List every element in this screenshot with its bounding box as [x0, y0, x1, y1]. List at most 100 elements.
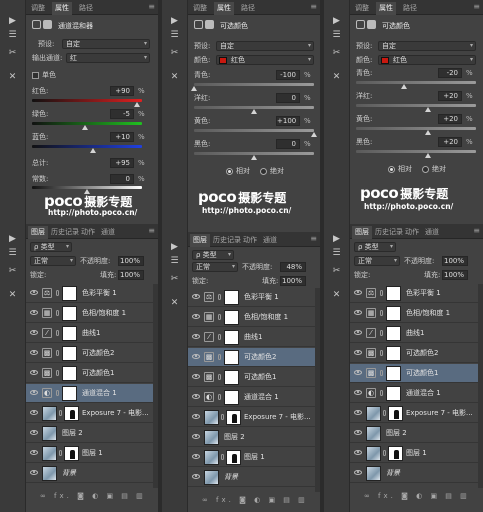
layer-row[interactable]: ⚖ 色彩平衡 1 [188, 288, 320, 307]
visibility-eye-icon[interactable] [30, 390, 38, 395]
absolute-radio[interactable] [260, 168, 267, 175]
visibility-eye-icon[interactable] [354, 310, 362, 315]
slider-thumb[interactable] [81, 125, 88, 130]
layer-thumbnail[interactable] [204, 450, 219, 465]
layer-thumbnail[interactable] [366, 406, 381, 421]
panel-menu-icon[interactable]: ≡ [310, 234, 317, 243]
opacity-input[interactable]: 100% [442, 256, 468, 266]
tab-properties[interactable]: 属性 [52, 2, 72, 15]
slider-track[interactable] [32, 99, 142, 102]
visibility-eye-icon[interactable] [354, 370, 362, 375]
tab-layers[interactable]: 图层 [28, 226, 48, 239]
toolbar-icon[interactable]: ▶ [168, 16, 181, 26]
visibility-eye-icon[interactable] [192, 414, 200, 419]
slider-thumb[interactable] [311, 132, 317, 137]
slider-thumb[interactable] [425, 107, 431, 112]
layer-thumbnail[interactable] [42, 446, 57, 461]
visibility-eye-icon[interactable] [30, 330, 38, 335]
layer-row[interactable]: 图层 1 [188, 448, 320, 467]
slider-value-input[interactable]: -100 [276, 70, 300, 80]
link-icon[interactable] [380, 350, 383, 356]
tab-layers[interactable]: 图层 [190, 234, 210, 247]
layer-row[interactable]: 背景 [188, 468, 320, 487]
tab-adjustments[interactable]: 调整 [190, 2, 210, 15]
tab-paths[interactable]: 路径 [238, 2, 258, 15]
panel-menu-icon[interactable]: ≡ [473, 2, 480, 11]
visibility-eye-icon[interactable] [192, 394, 200, 399]
constant-input[interactable]: 0 [110, 174, 134, 184]
slider-thumb[interactable] [425, 130, 431, 135]
fill-input[interactable]: 100% [280, 276, 306, 286]
visibility-eye-icon[interactable] [354, 350, 362, 355]
visibility-eye-icon[interactable] [192, 474, 200, 479]
link-icon[interactable] [380, 370, 383, 376]
slider-value-input[interactable]: 0 [276, 93, 300, 103]
layer-row[interactable]: ▩ 可选颜色1 [188, 368, 320, 387]
layer-row[interactable]: ⁄ 曲线1 [26, 324, 158, 343]
visibility-eye-icon[interactable] [192, 334, 200, 339]
tab-actions[interactable]: 动作 [78, 226, 98, 239]
layer-mask-thumbnail[interactable] [386, 286, 401, 301]
preset-dropdown[interactable]: 自定 ▾ [378, 41, 476, 51]
blend-mode-dropdown[interactable]: 正常 ▾ [354, 256, 400, 266]
layer-thumbnail[interactable] [204, 470, 219, 485]
layer-thumbnail[interactable] [366, 466, 381, 481]
layer-row[interactable]: ▦ 色相/饱和度 1 [26, 304, 158, 323]
slider-value-input[interactable]: -5 [110, 109, 134, 119]
tab-actions[interactable]: 动作 [402, 226, 422, 239]
layer-thumbnail[interactable] [42, 426, 57, 441]
layer-mask-thumbnail[interactable] [226, 450, 241, 465]
visibility-eye-icon[interactable] [30, 310, 38, 315]
layer-row[interactable]: 图层 1 [350, 444, 483, 463]
layer-tools-icon[interactable]: ✂ [6, 266, 19, 276]
layer-row[interactable]: 背景 [26, 464, 158, 483]
link-icon[interactable] [218, 374, 221, 380]
blend-mode-dropdown[interactable]: 正常 ▾ [30, 256, 76, 266]
layer-row[interactable]: ◐ 通道混合 1 [350, 384, 483, 403]
visibility-eye-icon[interactable] [354, 470, 362, 475]
link-icon[interactable] [56, 330, 59, 336]
layer-row[interactable]: Exposure 7 - 电影... [350, 404, 483, 423]
layer-row[interactable]: 图层 1 [26, 444, 158, 463]
layer-thumbnail[interactable] [366, 446, 381, 461]
kind-filter-dropdown[interactable]: ρ 类型 ▾ [30, 242, 72, 252]
panel-menu-icon[interactable]: ≡ [473, 226, 480, 235]
layer-row[interactable]: 图层 2 [188, 428, 320, 447]
layer-mask-thumbnail[interactable] [62, 386, 77, 401]
link-icon[interactable] [56, 350, 59, 356]
link-icon[interactable] [218, 334, 221, 340]
link-icon[interactable] [59, 410, 62, 416]
visibility-eye-icon[interactable] [30, 290, 38, 295]
relative-radio[interactable] [226, 168, 233, 175]
opacity-input[interactable]: 48% [280, 262, 306, 272]
layer-tool-icon[interactable]: ☰ [6, 248, 19, 258]
visibility-eye-icon[interactable] [192, 374, 200, 379]
slider-track[interactable] [356, 104, 476, 107]
layer-mask-thumbnail[interactable] [62, 286, 77, 301]
tab-channels[interactable]: 通道 [260, 234, 280, 247]
tab-paths[interactable]: 路径 [400, 2, 420, 15]
slider-track[interactable] [194, 83, 314, 86]
layers-scrollbar[interactable] [478, 284, 483, 488]
visibility-eye-icon[interactable] [30, 410, 38, 415]
layers-footer[interactable]: ∞ fx. ◙ ◐ ▣ ▤ ▥ [364, 492, 470, 500]
layer-tool-icon[interactable]: ☰ [168, 256, 181, 266]
layer-mask-thumbnail[interactable] [224, 390, 239, 405]
slider-value-input[interactable]: +20 [438, 114, 462, 124]
layer-thumbnail[interactable] [204, 430, 219, 445]
layer-mask-thumbnail[interactable] [386, 366, 401, 381]
layer-row[interactable]: ▩ 可选颜色2 [188, 348, 320, 367]
layer-arrange-icon[interactable]: ✕ [168, 298, 181, 308]
layer-row[interactable]: ⁄ 曲线1 [188, 328, 320, 347]
layer-thumbnail[interactable] [42, 466, 57, 481]
layer-tool-icon[interactable]: ☰ [330, 248, 343, 258]
tools-icon[interactable]: ✂ [6, 48, 19, 58]
layer-row[interactable]: ▩ 可选颜色2 [26, 344, 158, 363]
layer-mask-thumbnail[interactable] [226, 410, 241, 425]
link-icon[interactable] [218, 394, 221, 400]
slider-thumb[interactable] [251, 155, 257, 160]
layer-row[interactable]: Exposure 7 - 电影... [188, 408, 320, 427]
link-icon[interactable] [59, 450, 62, 456]
tab-adjustments[interactable]: 调整 [352, 2, 372, 15]
slider-track[interactable] [32, 145, 142, 148]
